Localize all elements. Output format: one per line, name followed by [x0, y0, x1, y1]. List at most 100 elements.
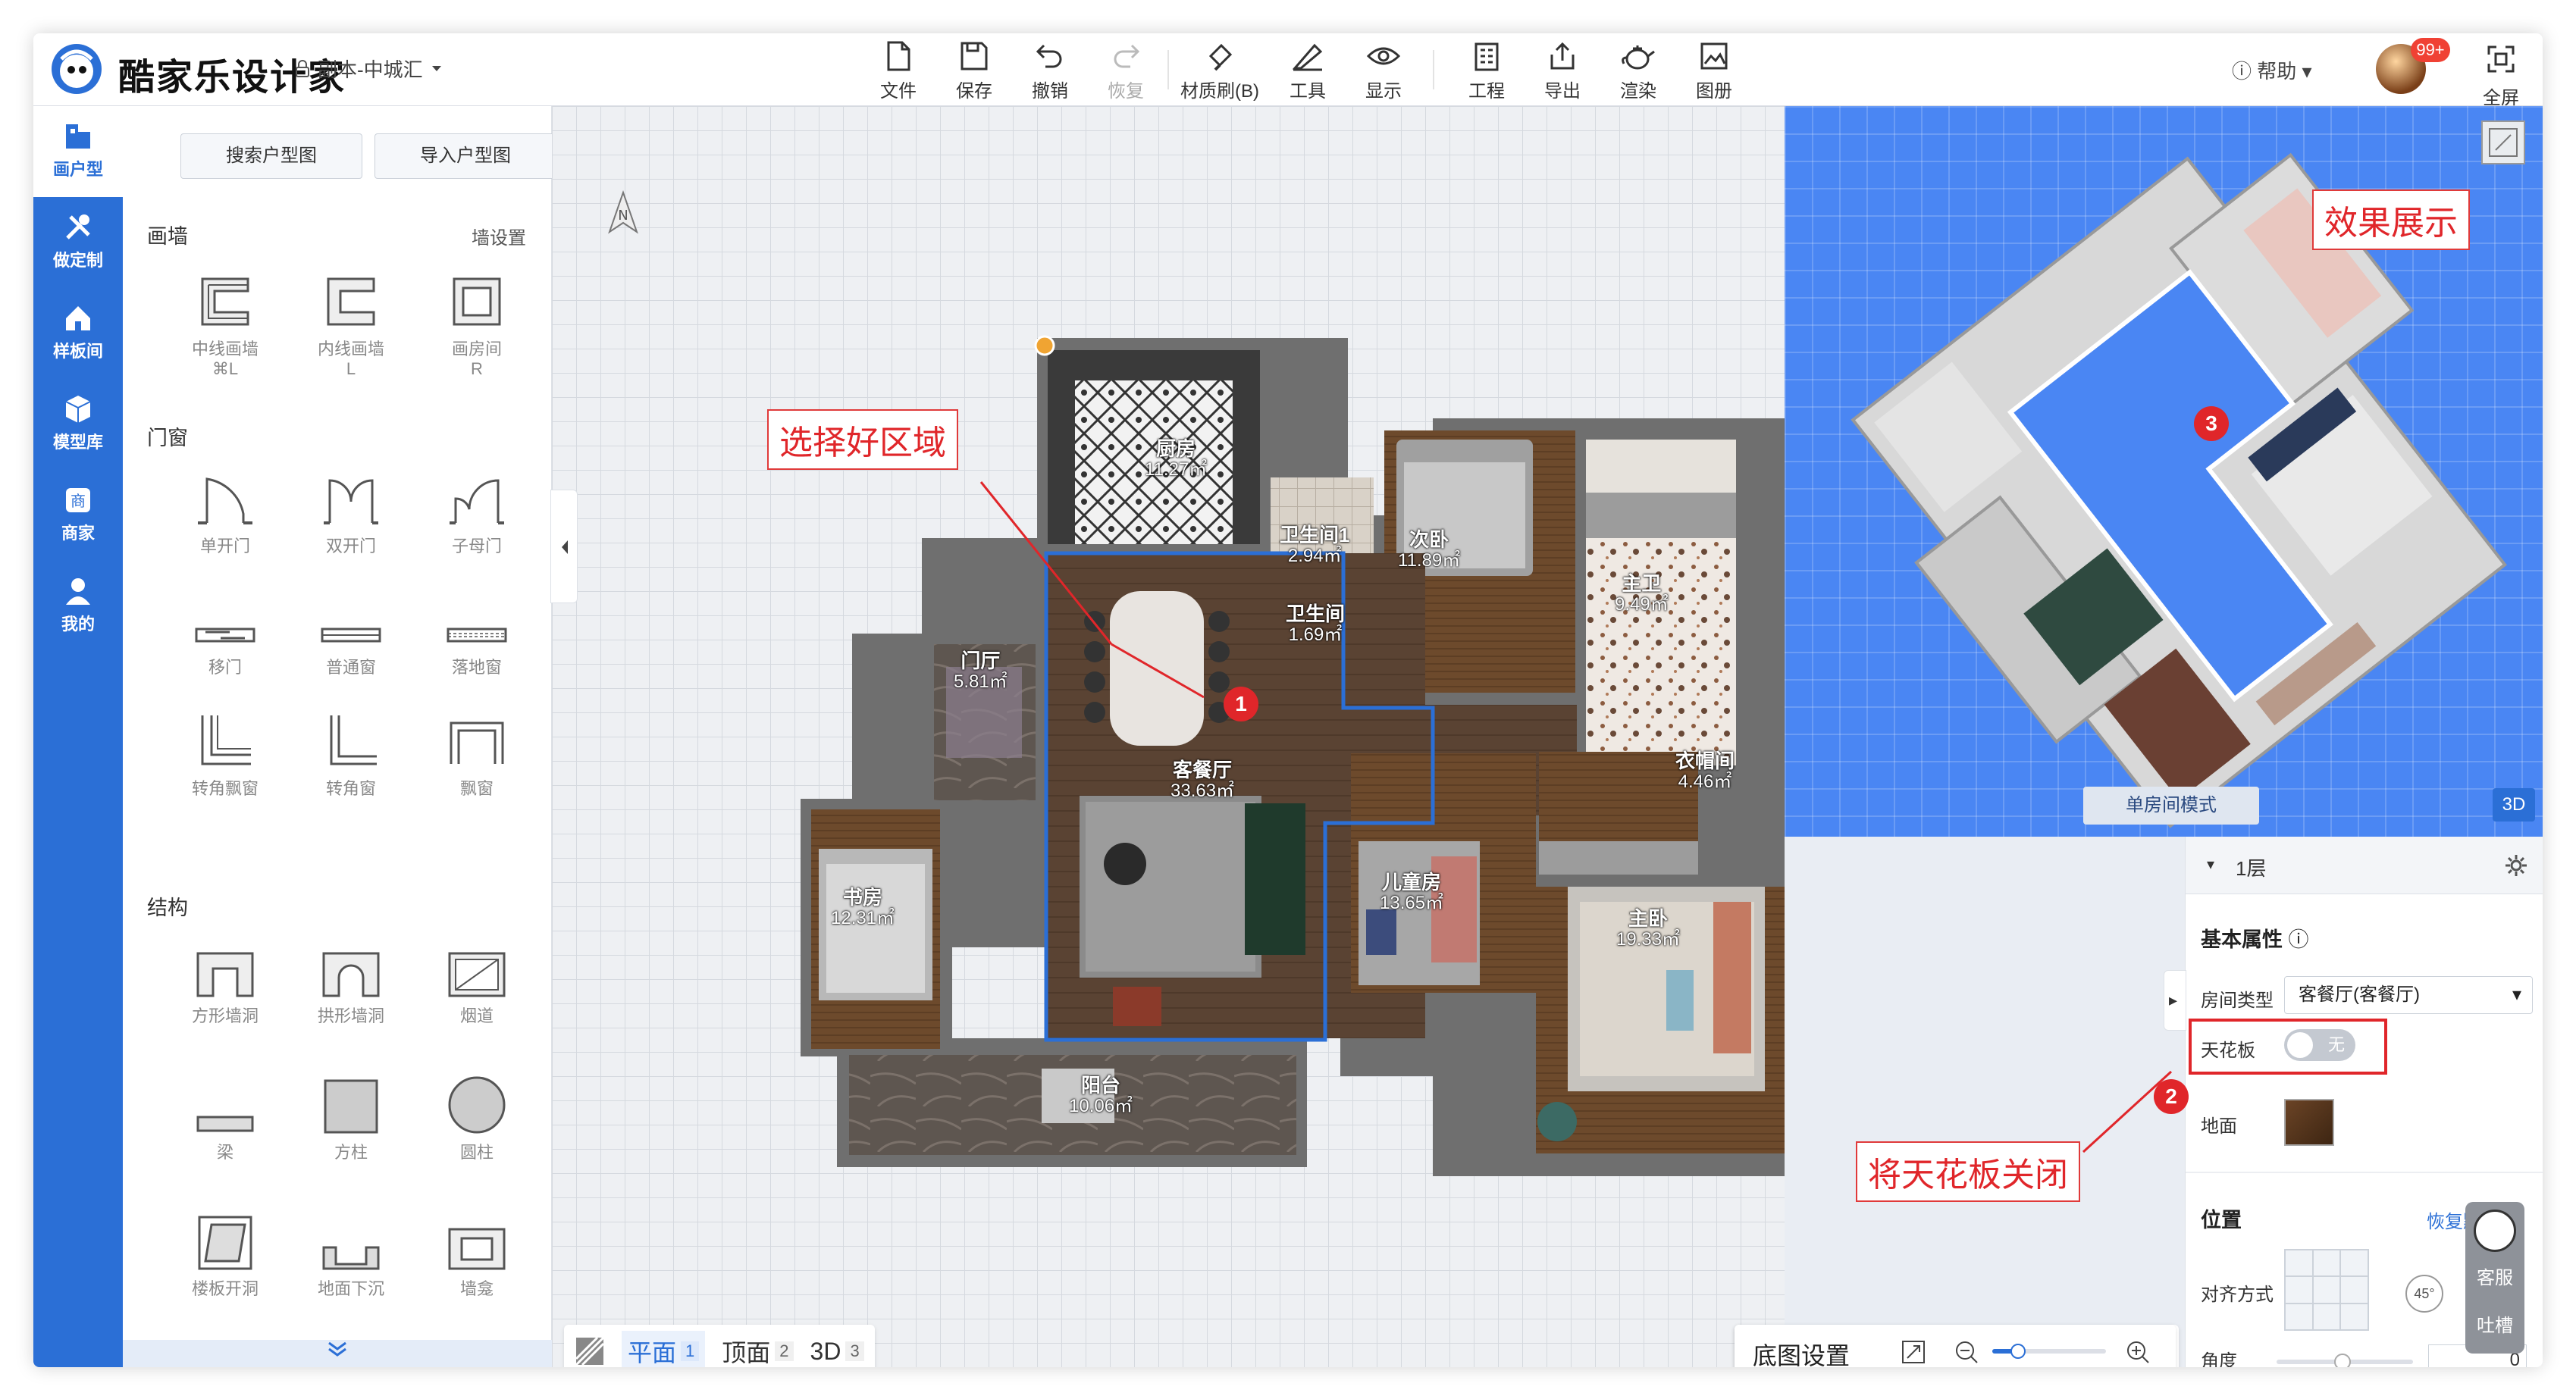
tool-corner-bay-window[interactable]: 转角飘窗: [168, 697, 282, 799]
save-icon: [961, 42, 988, 70]
render-button[interactable]: 渲染: [1597, 38, 1680, 103]
ceiling-toggle[interactable]: 无: [2284, 1029, 2355, 1061]
normal-window-icon: [321, 628, 381, 643]
single-door-icon: [198, 477, 252, 524]
save-button[interactable]: 保存: [932, 38, 1016, 103]
undo-button[interactable]: 撤销: [1008, 38, 1092, 103]
floor-sink-icon: [322, 1246, 380, 1270]
preview-toggle-icon[interactable]: [2480, 120, 2526, 165]
single-room-mode-button[interactable]: 单房间模式: [2083, 787, 2259, 825]
room-type-label: 房间类型: [2201, 991, 2274, 1011]
house-icon: [66, 306, 90, 330]
doc-title[interactable]: 副本-中城汇: [295, 55, 443, 83]
album-button[interactable]: 图册: [1672, 38, 1756, 103]
tool-floor-sink[interactable]: 地面下沉: [294, 1197, 408, 1299]
tools-button[interactable]: 工具: [1266, 38, 1349, 103]
tool-corner-window[interactable]: 转角窗: [294, 697, 408, 799]
tool-mother-child-door[interactable]: 子母门: [420, 455, 534, 556]
mother-child-door-icon: [450, 479, 504, 524]
beam-icon: [196, 1116, 254, 1132]
brush-icon: [1208, 43, 1233, 71]
doc-title-text: 副本-中城汇: [318, 58, 423, 81]
vertex-handle[interactable]: [1034, 335, 1055, 356]
arch-hole-icon: [322, 952, 380, 997]
tool-innerline-wall[interactable]: 内线画墙 L: [294, 258, 408, 379]
gear-icon[interactable]: [2504, 853, 2528, 878]
callout-leader-line: [2082, 1070, 2173, 1153]
base-settings-button[interactable]: 底图设置: [1753, 1337, 1850, 1367]
redo-button[interactable]: 恢复: [1084, 38, 1167, 103]
tools-icon: [66, 214, 90, 239]
room-type-select[interactable]: 客餐厅(客餐厅) ▾: [2284, 976, 2533, 1014]
callout-select-area: 选择好区域: [767, 409, 958, 470]
tool-beam[interactable]: 梁: [168, 1061, 282, 1163]
tool-arch-hole[interactable]: 拱形墙洞: [294, 925, 408, 1026]
help-menu[interactable]: ⓘ 帮助 ▾: [2232, 56, 2312, 84]
tool-french-window[interactable]: 落地窗: [420, 576, 534, 678]
basic-properties-title: 基本属性 ⓘ: [2201, 928, 2309, 951]
chevron-down-icon: ▾: [2512, 984, 2521, 1005]
tool-flue[interactable]: 烟道: [420, 925, 534, 1026]
rotate-45-button[interactable]: 45°: [2405, 1275, 2443, 1313]
toolbar-divider: [1167, 50, 1169, 89]
tab-3d[interactable]: 3D 3: [810, 1338, 864, 1366]
tab-plan[interactable]: 平面 1: [622, 1331, 706, 1367]
tool-single-door[interactable]: 单开门: [168, 455, 282, 556]
mascot-icon: [2474, 1210, 2516, 1252]
nav-item-merchant[interactable]: 商 商家: [33, 470, 123, 561]
align-grid[interactable]: [2284, 1249, 2369, 1331]
angle-slider[interactable]: [2277, 1354, 2413, 1367]
fullscreen-button[interactable]: 全屏: [2467, 38, 2535, 108]
redo-icon: [1114, 44, 1140, 68]
3d-preview[interactable]: 效果展示 3 单房间模式 3D: [1785, 106, 2543, 837]
panel-expand-button[interactable]: [123, 1340, 552, 1367]
lock-icon: [296, 59, 309, 77]
tool-normal-window[interactable]: 普通窗: [294, 576, 408, 678]
step-marker-3: 3: [2194, 406, 2229, 441]
wall-settings-link[interactable]: 墙设置: [472, 223, 526, 249]
search-floorplan-button[interactable]: 搜索户型图: [180, 133, 362, 179]
file-button[interactable]: 文件: [857, 38, 940, 103]
props-collapse-button[interactable]: ▸: [2164, 970, 2186, 1031]
tool-wall-niche[interactable]: 墙龛: [420, 1197, 534, 1299]
nav-item-showroom[interactable]: 样板间: [33, 288, 123, 379]
design-canvas[interactable]: N 厨房 11.27㎡ 卫生间1 2.94㎡ 卫生间 1.69㎡ 次卧 11.8…: [550, 106, 2179, 1367]
tool-square-hole[interactable]: 方形墙洞: [168, 925, 282, 1026]
tab-ceiling[interactable]: 顶面 2: [722, 1334, 794, 1367]
room-label-study: 书房 12.31㎡: [831, 886, 895, 928]
nav-item-model-library[interactable]: 模型库: [33, 379, 123, 470]
nav-item-mine[interactable]: 我的: [33, 561, 123, 652]
tool-double-door[interactable]: 双开门: [294, 455, 408, 556]
chevron-down-icon: [431, 65, 441, 71]
material-brush-button[interactable]: 材质刷(B): [1170, 38, 1269, 103]
floor-selector[interactable]: ▾ 1层: [2186, 837, 2543, 894]
square-hole-icon: [196, 952, 254, 997]
tool-centerline-wall[interactable]: 中线画墙 ⌘L: [168, 258, 282, 379]
tool-bay-window[interactable]: 飘窗: [420, 697, 534, 799]
fit-view-icon[interactable]: [1901, 1340, 1926, 1364]
album-icon: [1700, 42, 1728, 70]
tool-floor-opening[interactable]: 楼板开洞: [168, 1197, 282, 1299]
tool-square-column[interactable]: 方柱: [294, 1061, 408, 1163]
tool-draw-room[interactable]: 画房间 R: [420, 258, 534, 379]
room-label-kitchen: 厨房 11.27㎡: [1145, 437, 1208, 480]
floor-material-swatch[interactable]: [2284, 1099, 2334, 1146]
import-floorplan-button[interactable]: 导入户型图: [374, 133, 556, 179]
logo-icon: [52, 44, 102, 94]
user-icon: [66, 578, 90, 605]
zoom-in-icon[interactable]: [2126, 1340, 2150, 1364]
nav-item-floorplan[interactable]: 画户型: [33, 106, 123, 197]
nav-item-custom[interactable]: 做定制: [33, 197, 123, 288]
zoom-out-icon[interactable]: [1954, 1340, 1979, 1364]
customer-service-button[interactable]: 客服 吐槽: [2465, 1202, 2524, 1354]
zoom-slider[interactable]: [1992, 1344, 2106, 1359]
project-button[interactable]: 工程: [1445, 38, 1528, 103]
ceiling-label: 天花板: [2201, 1041, 2255, 1061]
tool-sliding-door[interactable]: 移门: [168, 576, 282, 678]
3d-mode-button[interactable]: 3D: [2493, 788, 2535, 822]
display-button[interactable]: 显示: [1342, 38, 1425, 103]
export-button[interactable]: 导出: [1521, 38, 1604, 103]
room-wardrobe[interactable]: [1539, 752, 1698, 841]
tool-round-column[interactable]: 圆柱: [420, 1061, 534, 1163]
room-label-kids: 儿童房 13.65㎡: [1380, 871, 1444, 913]
